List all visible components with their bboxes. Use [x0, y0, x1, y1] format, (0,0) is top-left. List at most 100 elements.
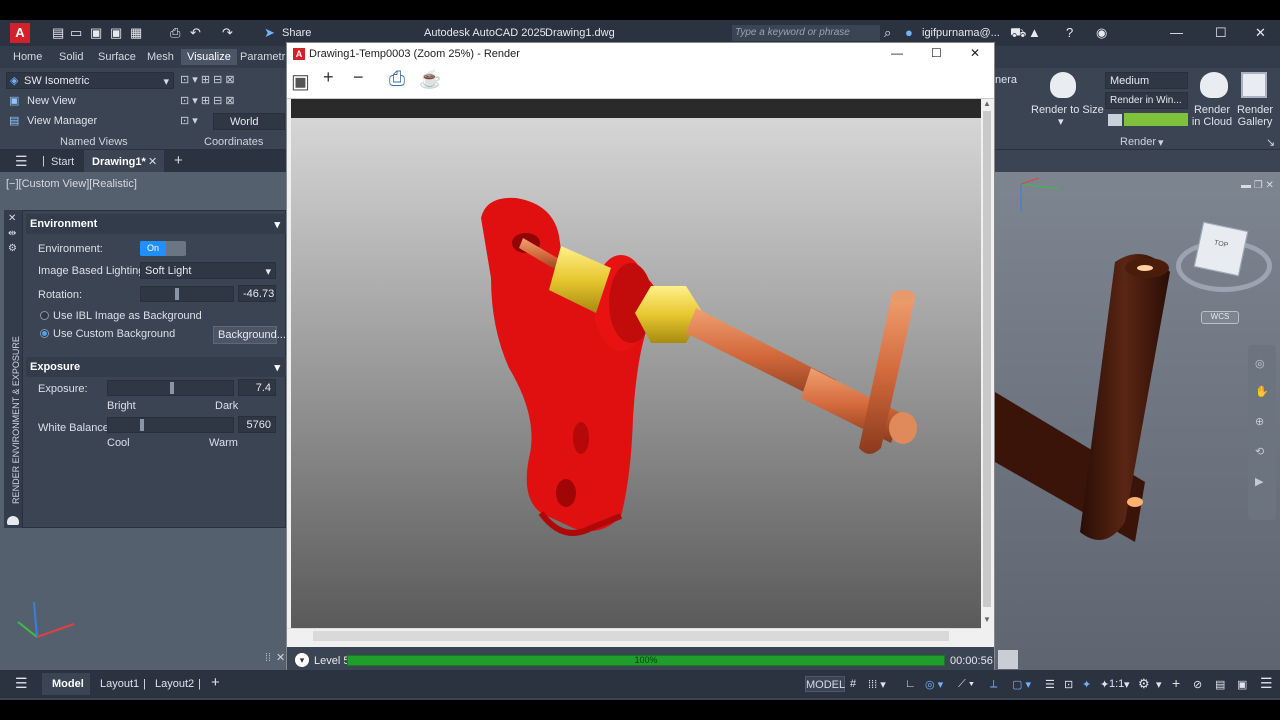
render-quality-combo[interactable]: Medium — [1105, 72, 1188, 89]
isodraft-icon[interactable]: ⟋ ▾ — [958, 678, 974, 691]
ortho-icon[interactable]: ∟ — [905, 678, 916, 690]
view-combo[interactable]: ◈ SW Isometric ▾ — [6, 72, 174, 89]
dialog-launcher-icon[interactable]: ↘ — [1266, 136, 1275, 149]
rotation-slider[interactable] — [140, 286, 234, 302]
render-teapot-icon[interactable] — [1050, 72, 1076, 98]
background-button[interactable]: Background... — [213, 326, 286, 344]
osnap-icon[interactable]: ▢ ▾ — [1012, 678, 1031, 691]
help-icon[interactable]: ? — [1066, 25, 1073, 40]
user-name[interactable]: igifpurnama@... — [922, 27, 1000, 39]
app-logo-icon[interactable]: A — [10, 23, 30, 43]
rotation-slider-knob[interactable] — [175, 288, 179, 300]
model-space-button[interactable]: MODEL — [805, 676, 845, 692]
menu-icon[interactable]: ☰ — [15, 153, 28, 170]
share-button[interactable]: Share — [282, 27, 311, 39]
add-layout-icon[interactable]: + — [211, 674, 220, 691]
render-horizontal-scrollbar[interactable] — [287, 628, 981, 642]
ucs-icon[interactable]: ⊡ ▾ ⊞ ⊟ ⊠ — [180, 73, 235, 86]
ucs-tools-icon[interactable]: ⊡ ▾ ⊞ ⊟ ⊠ — [180, 94, 235, 107]
tab-start[interactable]: Start — [51, 156, 74, 168]
scrollbar-thumb[interactable] — [983, 111, 991, 607]
render-quality-slider[interactable] — [1124, 113, 1188, 126]
plot-icon[interactable]: ▦ — [130, 25, 142, 41]
exposure-slider[interactable] — [107, 380, 234, 396]
polar-icon[interactable]: ◎ ▾ — [925, 678, 943, 691]
viewport-controls[interactable]: [−][Custom View][Realistic] — [6, 178, 137, 190]
steering-wheel-icon[interactable]: ◎ — [1255, 357, 1265, 370]
minimize-icon[interactable]: — — [891, 46, 903, 60]
tab-model[interactable]: Model — [42, 673, 90, 695]
rotation-value[interactable]: -46.73 — [238, 285, 276, 302]
save-as-icon[interactable]: ▣ — [110, 25, 122, 41]
environment-toggle[interactable]: On — [140, 241, 186, 256]
ucs-world-combo[interactable]: World — [213, 113, 285, 130]
maximize-icon[interactable]: ☐ — [931, 46, 942, 60]
exposure-slider-knob[interactable] — [170, 382, 174, 394]
navigation-bar[interactable]: ◎ ✋ ⊕ ⟲ ▶ — [1248, 345, 1276, 520]
maximize-icon[interactable]: ☐ — [1215, 25, 1227, 41]
gear-icon[interactable]: ⚙ — [1138, 676, 1150, 692]
exposure-value[interactable]: 7.4 — [238, 379, 276, 396]
osnap-tracking-icon[interactable]: ⟂ — [990, 678, 997, 691]
redo-icon[interactable]: ↷ — [222, 25, 233, 41]
ibl-background-radio[interactable] — [40, 311, 49, 320]
white-balance-slider[interactable] — [107, 417, 234, 433]
exposure-section-header[interactable]: Exposure ▾ — [26, 357, 286, 377]
undo-icon[interactable]: ↶ — [190, 25, 201, 41]
showmotion-icon[interactable]: ▶ — [1255, 475, 1263, 488]
expand-chevron-icon[interactable]: ▾ — [295, 653, 309, 667]
environment-section-header[interactable]: Environment ▾ — [26, 214, 286, 234]
zoom-in-icon[interactable]: + — [323, 67, 334, 88]
close-icon[interactable]: ✕ — [276, 651, 285, 664]
minimize-icon[interactable]: — — [1170, 25, 1183, 40]
save-icon[interactable]: ▣ — [90, 25, 102, 41]
render-to-size-button[interactable]: Render to Size — [1031, 104, 1104, 116]
add-tab-icon[interactable]: + — [174, 152, 183, 169]
render-gallery-button[interactable]: Render Gallery — [1235, 104, 1275, 128]
tab-home[interactable]: Home — [13, 51, 42, 63]
render-window-titlebar[interactable]: A Drawing1-Temp0003 (Zoom 25%) - Render … — [287, 43, 994, 65]
search-icon[interactable]: ⌕ — [884, 25, 891, 41]
tab-drawing1[interactable]: Drawing1* ✕ — [84, 150, 164, 172]
customize-icon[interactable]: ☰ — [1260, 675, 1273, 692]
save-image-icon[interactable]: ▣ — [291, 69, 310, 94]
close-icon[interactable]: ✕ — [148, 155, 157, 168]
tab-layout1[interactable]: Layout1 — [100, 678, 139, 690]
chevron-down-icon[interactable]: ▾ — [1124, 678, 1130, 691]
add-icon[interactable]: + — [1172, 675, 1180, 691]
ibl-dropdown[interactable]: Soft Light ▾ — [140, 262, 276, 279]
tab-visualize[interactable]: Visualize — [181, 49, 237, 65]
menu-icon[interactable]: ☰ — [15, 675, 28, 692]
scroll-down-icon[interactable]: ▼ — [983, 615, 991, 624]
ucs-named-icon[interactable]: ⊡ ▾ — [180, 114, 198, 127]
tab-mesh[interactable]: Mesh — [147, 51, 174, 63]
transparency-icon[interactable]: ⊡ — [1064, 678, 1073, 691]
render-location-combo[interactable]: Render in Win... — [1105, 92, 1188, 109]
snap-icon[interactable]: ⁞⁞⁞ ▾ — [868, 678, 886, 691]
print-icon[interactable]: ⎙ — [389, 68, 405, 91]
view-manager-button[interactable]: View Manager — [27, 115, 97, 127]
viewport-window-controls[interactable]: ▬ ❐ ✕ — [1241, 180, 1274, 191]
autohide-icon[interactable]: ⇹ — [8, 228, 16, 239]
scrollbar-thumb[interactable] — [313, 631, 949, 641]
wcs-menu[interactable]: WCS — [1201, 311, 1239, 324]
chevron-down-icon[interactable]: ▾ — [1158, 136, 1164, 149]
viewcube[interactable]: TOP — [1193, 221, 1249, 277]
render-in-cloud-button[interactable]: Render in Cloud — [1191, 104, 1233, 128]
pan-icon[interactable]: ✋ — [1255, 385, 1269, 398]
grip-icon[interactable]: ⁞⁞ — [265, 652, 271, 664]
grid-icon[interactable]: # — [850, 678, 856, 690]
print-icon[interactable]: ⎙ — [170, 25, 180, 41]
orbit-icon[interactable]: ⟲ — [1255, 445, 1264, 458]
chevron-down-icon[interactable]: ▾ — [1058, 115, 1064, 128]
autodesk-icon[interactable]: ▲ — [1028, 25, 1041, 40]
isolate-icon[interactable]: ▤ — [1215, 678, 1225, 691]
close-icon[interactable]: ✕ — [1255, 25, 1266, 41]
share-icon[interactable]: ➤ — [264, 25, 275, 41]
search-input[interactable]: Type a keyword or phrase — [732, 25, 880, 41]
new-view-button[interactable]: New View — [27, 95, 76, 107]
properties-icon[interactable]: ⚙ — [8, 243, 17, 254]
render-vertical-scrollbar[interactable]: ▲ ▼ — [981, 99, 993, 629]
open-icon[interactable]: ▭ — [70, 25, 82, 41]
tab-solid[interactable]: Solid — [59, 51, 83, 63]
